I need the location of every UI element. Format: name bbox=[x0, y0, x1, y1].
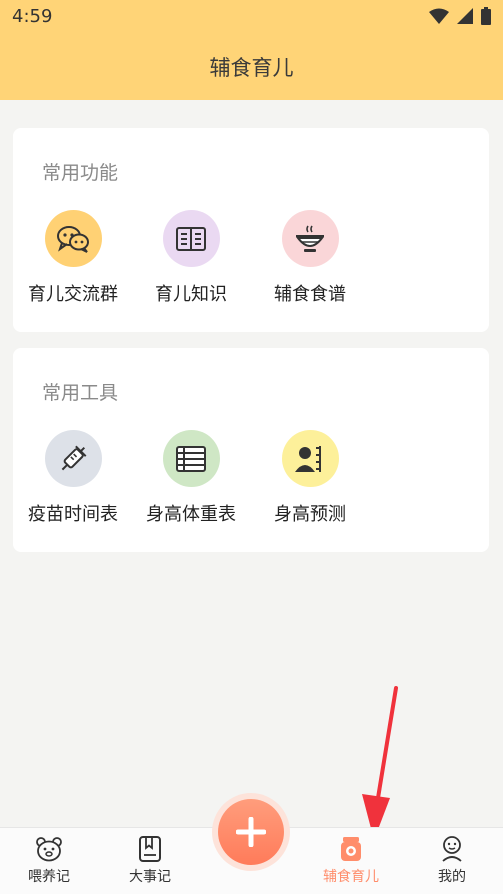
wifi-icon bbox=[429, 8, 449, 24]
item-label: 身高预测 bbox=[274, 504, 346, 525]
item-label: 疫苗时间表 bbox=[28, 504, 118, 525]
nav-feeding-log[interactable]: 喂养记 bbox=[9, 836, 89, 886]
common-tools-card: 常用工具 疫苗时间表 身高体重表 身高预测 bbox=[13, 348, 489, 552]
item-label: 育儿知识 bbox=[155, 284, 227, 305]
bowl-icon bbox=[281, 210, 339, 267]
bear-face-icon bbox=[36, 837, 62, 862]
syringe-icon bbox=[44, 430, 102, 487]
item-label: 辅食食谱 bbox=[274, 284, 346, 305]
status-bar: 4:59 bbox=[0, 0, 503, 32]
open-book-icon bbox=[162, 210, 220, 267]
nav-milestones[interactable]: 大事记 bbox=[110, 836, 190, 886]
nav-label: 大事记 bbox=[129, 869, 171, 885]
item-label: 身高体重表 bbox=[146, 504, 236, 525]
table-icon bbox=[162, 430, 220, 487]
vaccine-schedule-item[interactable]: 疫苗时间表 bbox=[13, 430, 133, 526]
nav-label: 喂养记 bbox=[28, 869, 70, 885]
app-header: 4:59 辅食育儿 bbox=[0, 0, 503, 100]
person-height-icon bbox=[281, 430, 339, 487]
section-title: 常用工具 bbox=[42, 382, 119, 404]
signal-icon bbox=[457, 8, 473, 24]
section-title: 常用功能 bbox=[42, 162, 119, 184]
jar-icon bbox=[341, 837, 361, 861]
nav-food-parenting[interactable]: 辅食育儿 bbox=[311, 836, 391, 886]
add-button[interactable] bbox=[218, 799, 284, 865]
status-icons bbox=[429, 7, 491, 25]
parenting-knowledge-item[interactable]: 育儿知识 bbox=[131, 210, 251, 306]
notebook-icon bbox=[139, 836, 161, 862]
height-weight-table-item[interactable]: 身高体重表 bbox=[131, 430, 251, 526]
chat-bubbles-icon bbox=[44, 210, 102, 267]
page-title: 辅食育儿 bbox=[209, 56, 294, 80]
nav-mine[interactable]: 我的 bbox=[412, 836, 492, 886]
battery-icon bbox=[481, 7, 491, 25]
plus-icon bbox=[236, 817, 266, 847]
height-prediction-item[interactable]: 身高预测 bbox=[250, 430, 370, 526]
common-features-card: 常用功能 育儿交流群 育儿知识 辅食食谱 bbox=[13, 128, 489, 332]
nav-label: 辅食育儿 bbox=[323, 869, 379, 885]
profile-face-icon bbox=[442, 836, 462, 862]
annotation-arrow bbox=[362, 686, 398, 840]
nav-label: 我的 bbox=[438, 869, 466, 885]
food-recipes-item[interactable]: 辅食食谱 bbox=[250, 210, 370, 306]
parenting-group-item[interactable]: 育儿交流群 bbox=[13, 210, 133, 306]
status-time: 4:59 bbox=[12, 5, 53, 27]
item-label: 育儿交流群 bbox=[28, 284, 118, 305]
